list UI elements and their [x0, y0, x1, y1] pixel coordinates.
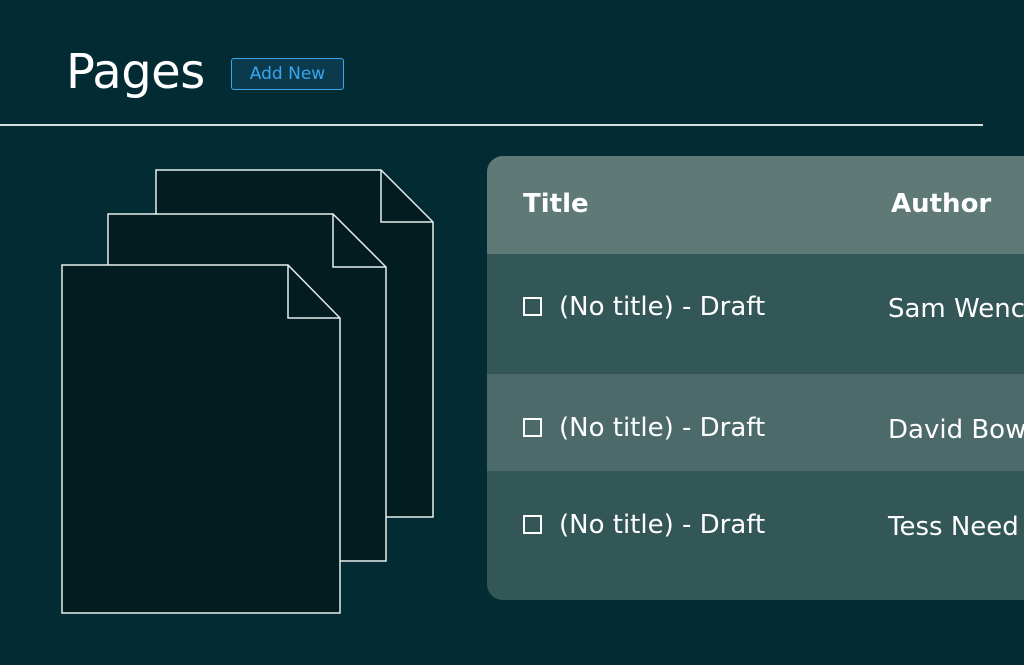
row-checkbox[interactable]	[523, 297, 542, 316]
pages-table: Title Author (No title) - Draft Sam Wenc…	[487, 156, 1024, 600]
row-checkbox[interactable]	[523, 418, 542, 437]
table-header: Title Author	[487, 156, 1024, 254]
table-row: (No title) - Draft Sam Wenc	[487, 254, 1024, 374]
document-front-icon	[61, 264, 341, 614]
column-header-author[interactable]: Author	[891, 187, 991, 221]
row-title-link[interactable]: (No title) - Draft	[559, 508, 765, 542]
table-row: (No title) - Draft Tess Need	[487, 471, 1024, 600]
stacked-documents-icon	[61, 169, 434, 614]
row-author: Sam Wenc	[888, 294, 1024, 324]
row-title-link[interactable]: (No title) - Draft	[559, 290, 765, 324]
row-title-link[interactable]: (No title) - Draft	[559, 411, 765, 445]
row-author: Tess Need	[888, 512, 1019, 542]
row-checkbox[interactable]	[523, 515, 542, 534]
row-author: David Bow	[888, 415, 1024, 445]
column-header-title[interactable]: Title	[523, 187, 589, 221]
table-row: (No title) - Draft David Bow	[487, 374, 1024, 471]
